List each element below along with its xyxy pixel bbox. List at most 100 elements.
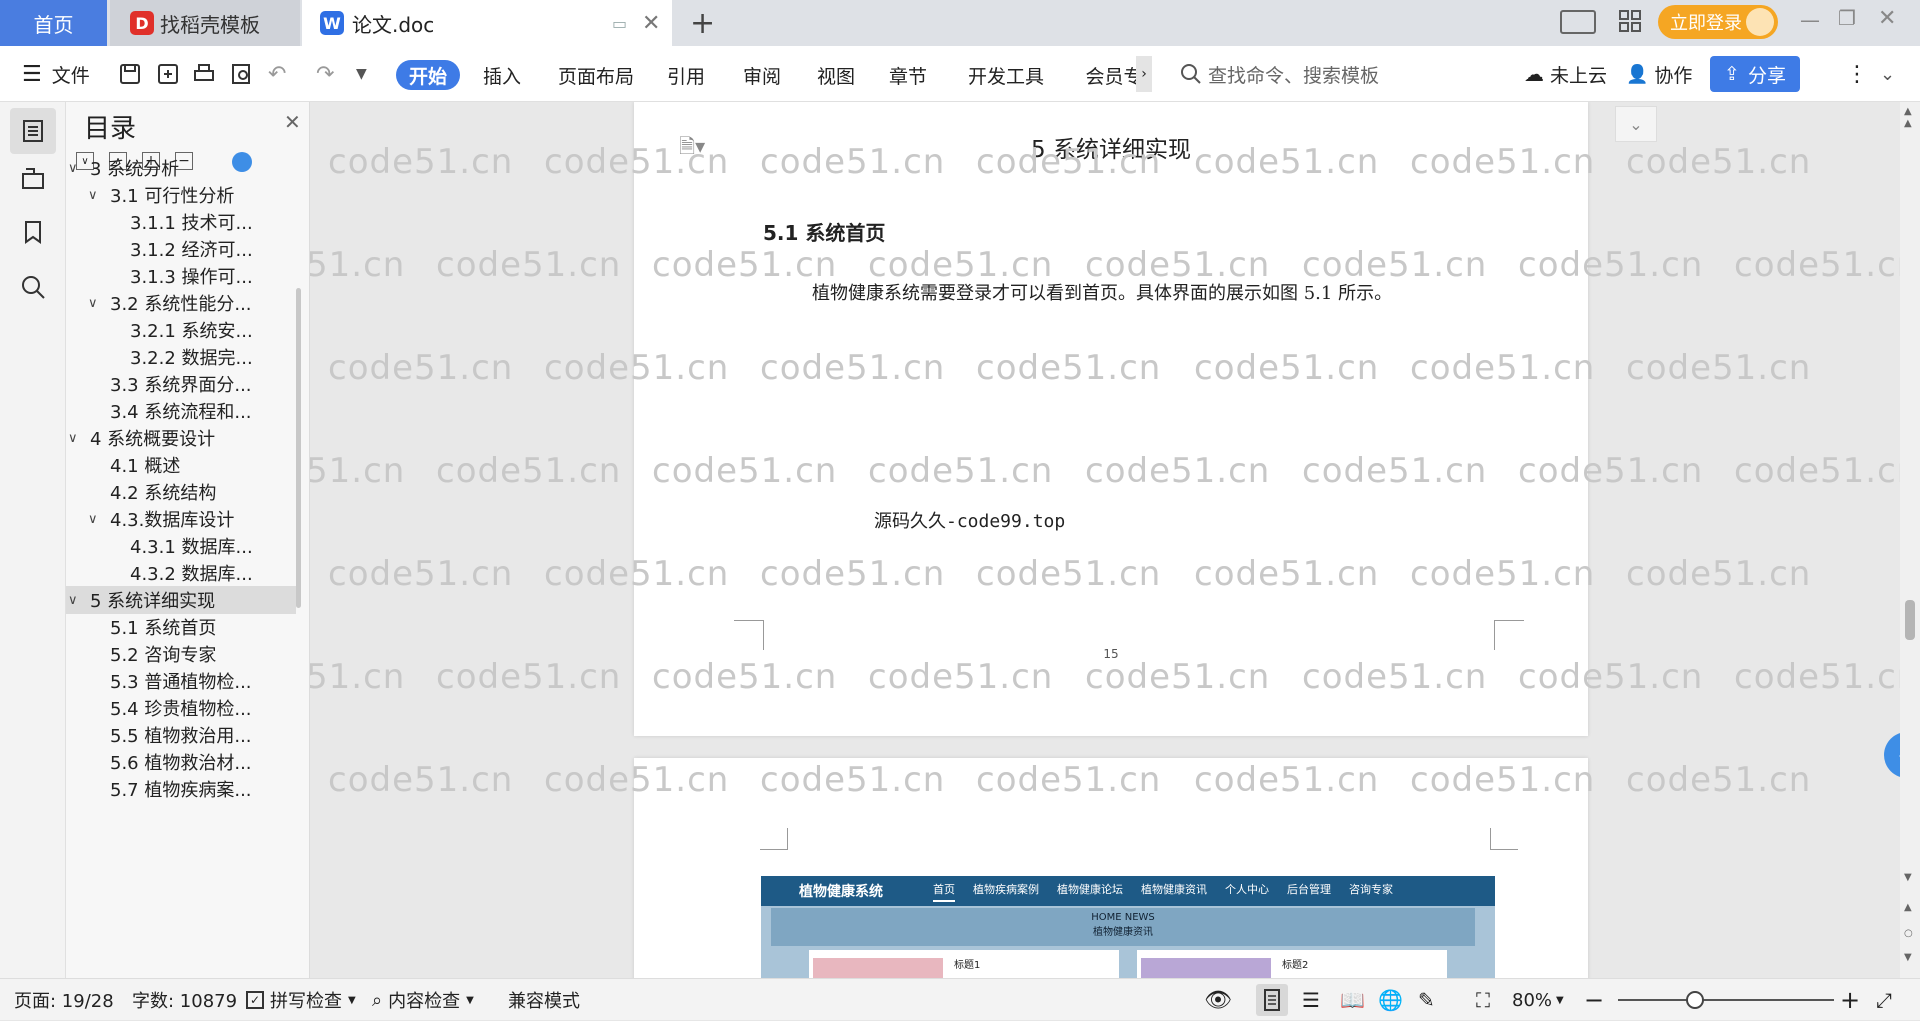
toc-item[interactable]: 4.3.1 数据库... (66, 532, 296, 560)
write-mode-icon[interactable]: ✎ (1418, 979, 1435, 1021)
navigation-pane-icon[interactable] (21, 166, 45, 190)
spell-check-button[interactable]: ✓ 拼写检查 ▼ (246, 979, 356, 1021)
restore-icon[interactable]: ❐ (1838, 6, 1856, 30)
tab-document[interactable]: W 论文.doc ▭ ✕ (302, 0, 672, 46)
login-button[interactable]: 立即登录 (1658, 5, 1778, 39)
toc-item[interactable]: 4.2 系统结构 (66, 478, 296, 506)
menu-developer[interactable]: 开发工具 (966, 60, 1046, 90)
chevron-down-icon[interactable]: ∨ (88, 188, 98, 203)
toc-item[interactable]: 5.5 植物救治用... (66, 721, 296, 749)
eye-protection-icon[interactable]: 👁 (1204, 979, 1232, 1021)
scroll-down-icon[interactable]: ▼ (1904, 872, 1912, 883)
bookmark-icon[interactable] (21, 220, 45, 244)
close-panel-icon[interactable]: ✕ (284, 110, 301, 134)
menu-scroll-right-icon[interactable]: › (1136, 56, 1152, 92)
reading-view-icon[interactable]: 📖 (1340, 979, 1365, 1021)
zoom-slider-handle[interactable] (1686, 991, 1704, 1009)
collab-button[interactable]: 👤 协作 (1626, 46, 1692, 102)
quick-access-dropdown-icon[interactable]: ▼ (356, 46, 367, 102)
fullscreen-icon[interactable]: ⤢ (1876, 979, 1892, 1021)
export-icon[interactable] (156, 46, 180, 102)
toc-item[interactable]: ∨ 3.1 可行性分析 (66, 181, 296, 209)
document-page[interactable]: 🗎▾ 5 系统详细实现 5.1 系统首页 植物健康系统需要登录才可以看到首页。具… (634, 102, 1588, 736)
toc-item[interactable]: ∨ 3 系统分析 (66, 154, 296, 182)
toc-item[interactable]: 3.2.1 系统安... (66, 316, 296, 344)
chevron-down-icon[interactable]: ∨ (68, 593, 78, 608)
toc-item[interactable]: 4.1 概述 (66, 451, 296, 479)
toc-scrollbar[interactable] (296, 288, 301, 608)
menu-member[interactable]: 会员专 (1084, 60, 1144, 90)
file-menu[interactable]: ☰ 文件 (22, 46, 90, 102)
redo-icon[interactable]: ↷ (316, 46, 334, 102)
screen-icon[interactable]: ▭ (612, 14, 627, 33)
toc-item[interactable]: ∨ 5 系统详细实现 (66, 586, 296, 614)
toc-item[interactable]: 3.1.2 经济可... (66, 235, 296, 263)
toc-item[interactable]: ∨ 4 系统概要设计 (66, 424, 296, 452)
tab-find-template[interactable]: D 找稻壳模板 (110, 0, 300, 46)
find-icon[interactable] (20, 274, 46, 300)
new-tab-icon[interactable]: + (690, 6, 715, 41)
apps-grid-icon[interactable] (1618, 9, 1642, 33)
toc-item[interactable]: 3.4 系统流程和... (66, 397, 296, 425)
select-browse-icon[interactable]: ○ (1904, 928, 1913, 939)
scroll-up-icon[interactable]: ▲ (1904, 118, 1912, 129)
chevron-down-icon[interactable]: ∨ (68, 431, 78, 446)
zoom-slider[interactable] (1618, 999, 1834, 1001)
save-icon[interactable] (118, 46, 142, 102)
toc-item[interactable]: 5.3 普通植物检... (66, 667, 296, 695)
side-panel-toggle[interactable]: ‹ (1884, 732, 1900, 778)
prev-page-icon[interactable]: ▲ (1904, 902, 1912, 913)
zoom-level[interactable]: 80% ▼ (1512, 979, 1564, 1021)
outline-view-icon[interactable]: ☰ (1302, 979, 1320, 1021)
scrollbar-thumb[interactable] (1905, 600, 1915, 640)
document-page[interactable]: 植物健康系统 首页 植物疾病案例 植物健康论坛 植物健康资讯 个人中心 后台管理 咨询专家 … (634, 758, 1588, 978)
command-search[interactable]: 查找命令、搜索模板 (1180, 46, 1379, 102)
word-count[interactable]: 字数: 10879 (132, 979, 237, 1021)
toc-panel-icon[interactable] (10, 108, 56, 154)
page-view-icon[interactable] (1256, 984, 1288, 1016)
scroll-up-icon[interactable]: ▲ (1904, 106, 1912, 117)
toc-item[interactable]: 3.2.2 数据完... (66, 343, 296, 371)
more-options-icon[interactable]: ⋮ (1846, 46, 1868, 102)
toc-item[interactable]: 5.4 珍贵植物检... (66, 694, 296, 722)
toc-item[interactable]: 5.2 咨询专家 (66, 640, 296, 668)
chevron-down-icon[interactable]: ∨ (88, 296, 98, 311)
zoom-in-icon[interactable]: + (1840, 979, 1860, 1021)
content-check-button[interactable]: ⌕ 内容检查 ▼ (372, 979, 474, 1021)
close-tab-icon[interactable]: ✕ (642, 11, 660, 36)
toc-item[interactable]: 4.3.2 数据库... (66, 559, 296, 587)
toc-item[interactable]: 5.7 植物疾病案... (66, 775, 296, 803)
menu-insert[interactable]: 插入 (480, 60, 524, 90)
toc-item[interactable]: 3.1.3 操作可... (66, 262, 296, 290)
vertical-scrollbar[interactable]: ▲ ▲ ▼ ▲ ○ ▼ (1900, 102, 1920, 978)
collapse-ribbon-icon[interactable]: ⌄ (1880, 46, 1895, 102)
menu-chapter[interactable]: 章节 (886, 60, 930, 90)
toc-item[interactable]: 3.3 系统界面分... (66, 370, 296, 398)
toc-item[interactable]: 5.6 植物救治材... (66, 748, 296, 776)
print-preview-icon[interactable] (230, 46, 254, 102)
undo-icon[interactable]: ↶ (268, 46, 286, 102)
share-button[interactable]: ⇪ 分享 (1710, 56, 1800, 92)
toc-item[interactable]: 3.1.1 技术可... (66, 208, 296, 236)
web-view-icon[interactable]: 🌐 (1378, 979, 1403, 1021)
close-window-icon[interactable]: ✕ (1878, 6, 1896, 31)
menu-layout[interactable]: 页面布局 (556, 60, 636, 90)
chevron-down-icon[interactable]: ∨ (68, 161, 78, 176)
tab-home[interactable]: 首页 (0, 0, 107, 46)
toc-item[interactable]: ∨ 4.3.数据库设计 (66, 505, 296, 533)
document-area[interactable]: 🗎▾ 5 系统详细实现 5.1 系统首页 植物健康系统需要登录才可以看到首页。具… (310, 102, 1900, 978)
page-indicator[interactable]: 页面: 19/28 (14, 979, 114, 1021)
menu-reference[interactable]: 引用 (664, 60, 708, 90)
cloud-status[interactable]: ☁ 未上云 (1524, 46, 1607, 102)
toc-item[interactable]: 5.1 系统首页 (66, 613, 296, 641)
next-page-icon[interactable]: ▼ (1904, 952, 1912, 963)
menu-view[interactable]: 视图 (814, 60, 858, 90)
layout-toggle-icon[interactable] (1560, 10, 1596, 34)
minimize-icon[interactable]: — (1800, 8, 1820, 32)
zoom-out-icon[interactable]: − (1584, 979, 1604, 1021)
menu-start[interactable]: 开始 (396, 60, 460, 90)
fit-page-icon[interactable]: ⛶ (1476, 979, 1490, 1021)
toc-item[interactable]: ∨ 3.2 系统性能分... (66, 289, 296, 317)
page-dropdown-icon[interactable]: ⌄ (1615, 106, 1657, 142)
menu-review[interactable]: 审阅 (740, 60, 784, 90)
